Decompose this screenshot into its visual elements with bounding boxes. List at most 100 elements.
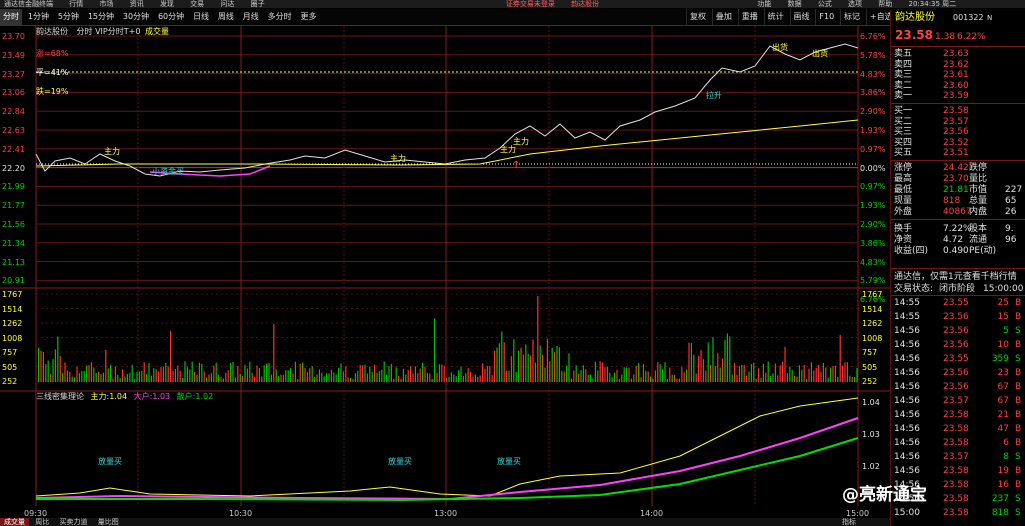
tick-row[interactable]: 14:56 23.55 359 S (891, 354, 1025, 364)
stat-row: 换手 7.22% 股本 9. (891, 224, 1025, 234)
bid-row[interactable]: 买五 23.51 (891, 148, 1025, 158)
tab-30min[interactable]: 30分钟 (120, 9, 152, 25)
tick-row[interactable]: 14:56 23.56 5 S (891, 326, 1025, 336)
stats-button[interactable]: 统计 (763, 9, 787, 25)
ask-row[interactable]: 卖一 23.59 (891, 91, 1025, 101)
draw-line-button[interactable]: 画线 (789, 9, 813, 25)
bid-price: 23.51 (943, 148, 969, 158)
tick-row[interactable]: 14:55 23.55 25 B (891, 298, 1025, 308)
tab-daily[interactable]: 日线 (190, 9, 212, 25)
tab-multi-intraday[interactable]: 多分时 (265, 9, 295, 25)
menu-news[interactable]: 资讯 (130, 0, 144, 8)
ask-price: 23.61 (943, 70, 969, 80)
tick-cell: B (1015, 340, 1022, 350)
ask-row[interactable]: 卖三 23.61 (891, 70, 1025, 80)
tab-1min[interactable]: 1分钟 (25, 9, 52, 25)
ask-row[interactable]: 卖二 23.60 (891, 81, 1025, 91)
stat-row: 收益(四) 0.490 PE(动) (891, 246, 1025, 256)
bid-row[interactable]: 买四 23.52 (891, 138, 1025, 148)
tick-row[interactable]: 14:56 23.58 21 B (891, 410, 1025, 420)
menu-discover[interactable]: 发现 (160, 0, 174, 8)
volume-bar (254, 376, 256, 382)
menu-market[interactable]: 市场 (99, 0, 113, 8)
volume-bar (402, 368, 404, 382)
adjust-button[interactable]: 复权 (686, 9, 709, 25)
tab-intraday[interactable]: 分时 (0, 9, 22, 25)
tab-volume-ratio[interactable]: 量比图 (94, 518, 123, 526)
login-status[interactable]: 证券交易未登录 (506, 0, 555, 8)
mark-button[interactable]: 标记 (840, 9, 863, 25)
volume-bar (746, 375, 748, 382)
tick-cell: 23.56 (943, 382, 969, 392)
tab-monthly[interactable]: 月线 (240, 9, 262, 25)
ask-row[interactable]: 卖五 23.63 (891, 49, 1025, 59)
menu-wenda[interactable]: 问达 (220, 0, 234, 8)
bid-row[interactable]: 买三 23.56 (891, 127, 1025, 137)
volume-tick-label: 757 (862, 348, 878, 357)
overlay-button[interactable]: 叠加 (711, 9, 735, 25)
volume-bar (318, 369, 320, 382)
volume-bar (782, 361, 784, 382)
stat-row: 最低 21.81 市值 227 (891, 185, 1025, 195)
bid-row[interactable]: 买二 23.57 (891, 117, 1025, 127)
volume-bar (554, 352, 556, 382)
tick-row[interactable]: 14:56 23.58 19 B (891, 466, 1025, 476)
tick-row[interactable]: 14:56 23.58 6 B (891, 438, 1025, 448)
pct-tick-label: 2.90% (860, 220, 886, 229)
tab-15min[interactable]: 15分钟 (85, 9, 117, 25)
volume-bar (383, 361, 385, 382)
tick-row[interactable]: 14:56 23.56 23 B (891, 368, 1025, 378)
tab-week-ratio[interactable]: 周比 (31, 518, 53, 526)
tick-row[interactable]: 14:56 23.57 67 B (891, 396, 1025, 406)
menu-circle[interactable]: 圈子 (251, 0, 265, 8)
stat-cell: 换手 (894, 224, 913, 234)
stat-cell: 收益(四) (894, 246, 929, 256)
tick-row[interactable]: 14:56 23.56 10 B (891, 340, 1025, 350)
stat-row: 最高 23.70 量比 (891, 174, 1025, 184)
volume-bar (849, 375, 851, 382)
tab-buy-sell-force[interactable]: 买卖力道 (55, 518, 91, 526)
volume-tick-label: 1514 (2, 304, 23, 314)
volume-bar (386, 374, 388, 382)
panel-notice[interactable]: 通达信，仅需1元查看千档行情 (894, 272, 1017, 282)
bid-row[interactable]: 买一 23.58 (891, 106, 1025, 116)
replay-button[interactable]: 重播 (737, 9, 761, 25)
volume-bar (215, 362, 217, 382)
tab-60min[interactable]: 60分钟 (155, 9, 187, 25)
menu-trade[interactable]: 交易 (190, 0, 204, 8)
tick-row[interactable]: 14:56 23.56 67 B (891, 382, 1025, 392)
signal-label-1: 主力 (104, 147, 120, 156)
volume-bar (755, 378, 757, 382)
tick-cell: 23.58 (943, 508, 969, 518)
menu-formula[interactable]: 公式 (818, 0, 832, 8)
menu-data[interactable]: 数据 (788, 0, 802, 8)
signal-sell-2: 出货 (812, 49, 828, 58)
menu-func[interactable]: 功能 (757, 0, 771, 8)
pct-tick-label: 3.86% (860, 88, 886, 98)
indicator-button[interactable]: 指标 (838, 518, 860, 526)
tick-row[interactable]: 15:00 23.58 818 S (891, 508, 1025, 518)
menu-options[interactable]: 选项 (848, 0, 862, 8)
volume-bar (806, 378, 808, 382)
tick-row[interactable]: 14:56 23.57 8 S (891, 452, 1025, 462)
chart-canvas[interactable] (0, 26, 890, 518)
tick-row[interactable]: 14:55 23.56 15 B (891, 312, 1025, 322)
volume-bar (160, 367, 162, 382)
tab-5min[interactable]: 5分钟 (55, 9, 82, 25)
f10-button[interactable]: F10 (815, 9, 837, 25)
volume-bar (119, 378, 121, 382)
volume-bar (162, 366, 164, 382)
volume-bar (172, 371, 174, 382)
intraday-chart[interactable]: 韵达股份 分时 VIP分时T+0 成交量 涨=68% 平=41% 跌=19% 主… (0, 26, 890, 518)
menu-help[interactable]: 帮助 (878, 0, 892, 8)
tab-more[interactable]: 更多 (298, 9, 320, 25)
tab-volume[interactable]: 成交量 (0, 518, 29, 526)
ask-row[interactable]: 卖四 23.62 (891, 60, 1025, 70)
tab-weekly[interactable]: 周线 (215, 9, 237, 25)
tick-row[interactable]: 14:56 23.58 47 B (891, 424, 1025, 434)
volume-bar (626, 367, 628, 382)
volume-bar (436, 372, 438, 382)
volume-bar (398, 375, 400, 382)
volume-bar (717, 353, 719, 382)
menu-quotes[interactable]: 行情 (69, 0, 83, 8)
